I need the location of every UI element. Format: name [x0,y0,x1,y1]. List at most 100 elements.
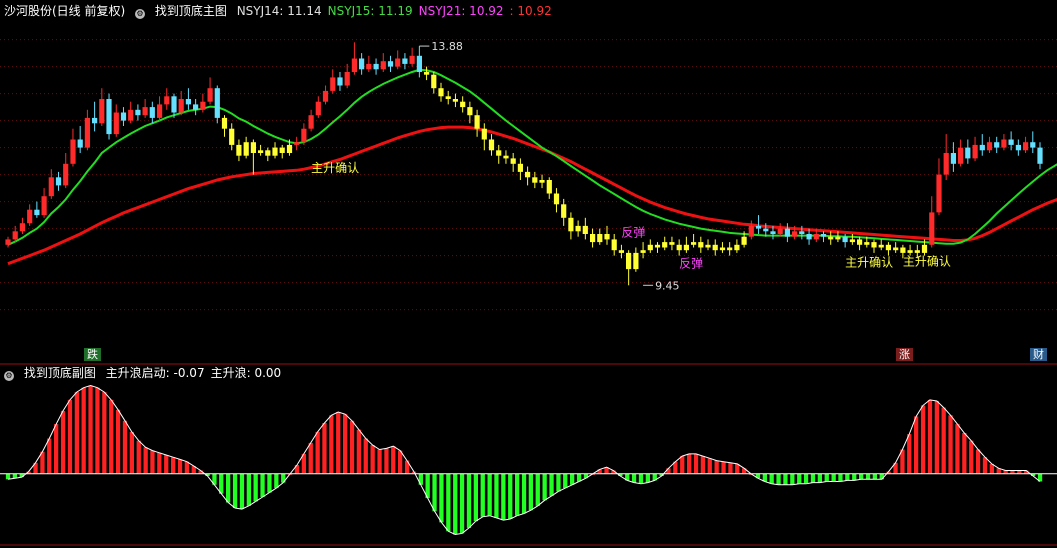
candle-body [48,177,54,197]
candle-body [308,115,314,129]
candle-body [676,244,682,251]
histogram-bar [769,473,774,484]
histogram-bar [872,473,877,480]
tag-die[interactable]: 跌 [84,348,101,361]
stock-title: 沙河股份(日线 前复权) [4,4,126,18]
histogram-bar [666,468,671,474]
histogram-bar [714,460,719,474]
candle-body [950,153,956,164]
candle-body [748,225,754,237]
histogram-bar [370,445,375,474]
candle-body [265,150,271,156]
candle-body [200,101,206,110]
candle-body [120,112,127,121]
tag-zhang[interactable]: 涨 [896,348,913,361]
annotation-label: 反弹 [621,226,645,240]
histogram-bar [969,440,974,474]
candle-body [994,142,1000,148]
candle-body [106,99,112,135]
histogram-bar [907,434,912,474]
candle-body [41,196,47,216]
histogram [0,384,1057,536]
candle-body [438,88,444,97]
histogram-bar [177,459,183,474]
sub-indicator-name[interactable]: 找到顶底副图 [24,366,96,380]
histogram-bar [975,449,981,474]
candle-body [1001,139,1007,148]
histogram-bar [879,473,884,480]
candle-body [979,144,985,151]
histogram-bar [803,473,809,484]
histogram-bar [274,473,279,489]
candle-body [395,58,401,67]
candle-body [727,247,733,251]
candle-body [712,244,718,251]
histogram-bar [349,420,355,474]
histogram-bar [494,473,499,518]
candle-body [546,180,552,194]
histogram-bar [446,473,451,532]
histogram-bar [184,461,189,474]
candle-body [315,101,321,116]
histogram-bar [95,387,100,474]
candle-body [322,90,329,102]
candle-body [517,163,523,172]
candle-body [561,204,567,218]
candle-body [279,147,285,153]
candle-body [27,209,33,224]
candle-body [236,144,242,156]
histogram-bar [54,424,59,474]
candle-body [63,163,69,186]
candle-body [77,139,83,148]
candle-body [481,128,487,140]
candle-body [921,244,928,253]
chart-canvas: 13.889.45主升确认反弹反弹主升确认主升确认主升确认 [0,39,1057,546]
histogram-bar [81,387,86,474]
candle-body [691,242,697,245]
gear-icon[interactable]: ⚙ [4,371,14,381]
candle-body [488,139,495,151]
main-legend-item: NSYJ14: 11.14 [236,4,322,18]
histogram-bar [232,473,238,508]
histogram-bar [831,473,836,482]
candle-body [539,180,545,183]
candle-body [633,252,639,270]
candle-body [842,236,848,243]
histogram-bar [707,458,712,474]
main-header: 沙河股份(日线 前复权) ⚙ 找到顶底主图 NSYJ14: 11.14 NSYJ1… [4,4,564,19]
histogram-bar [329,415,334,474]
candle-body [445,96,451,99]
histogram-bar [521,473,527,514]
candle-body [402,58,408,64]
candle-body [1015,144,1021,151]
candle-body [878,244,884,248]
candle-body [1030,142,1036,148]
main-legend-item: : 10.92 [509,4,552,18]
tag-cai[interactable]: 财 [1030,348,1047,361]
histogram-bar [219,473,224,494]
histogram-bar [914,416,919,474]
candle-body [719,247,726,251]
gear-icon[interactable]: ⚙ [135,9,146,19]
candle-body [936,174,942,213]
histogram-bar [439,473,444,523]
histogram-bar [322,423,327,474]
histogram-bar [150,450,155,474]
main-indicator-name[interactable]: 找到顶底主图 [155,4,227,18]
candle-body [5,239,11,245]
candle-body [871,242,877,248]
candle-body [19,223,25,232]
histogram-bar [308,442,313,474]
histogram-bar [941,407,946,474]
price-label: 9.45 [655,279,680,292]
annotation-label: 反弹 [679,256,703,270]
candle-body [849,239,855,243]
candle-body [193,104,199,110]
candle-body [431,74,437,89]
histogram-bar [157,452,162,474]
histogram-bar [508,473,513,519]
histogram-bar [115,409,121,474]
candles [5,42,1043,286]
histogram-bar [47,438,52,474]
candle-body [907,250,913,253]
